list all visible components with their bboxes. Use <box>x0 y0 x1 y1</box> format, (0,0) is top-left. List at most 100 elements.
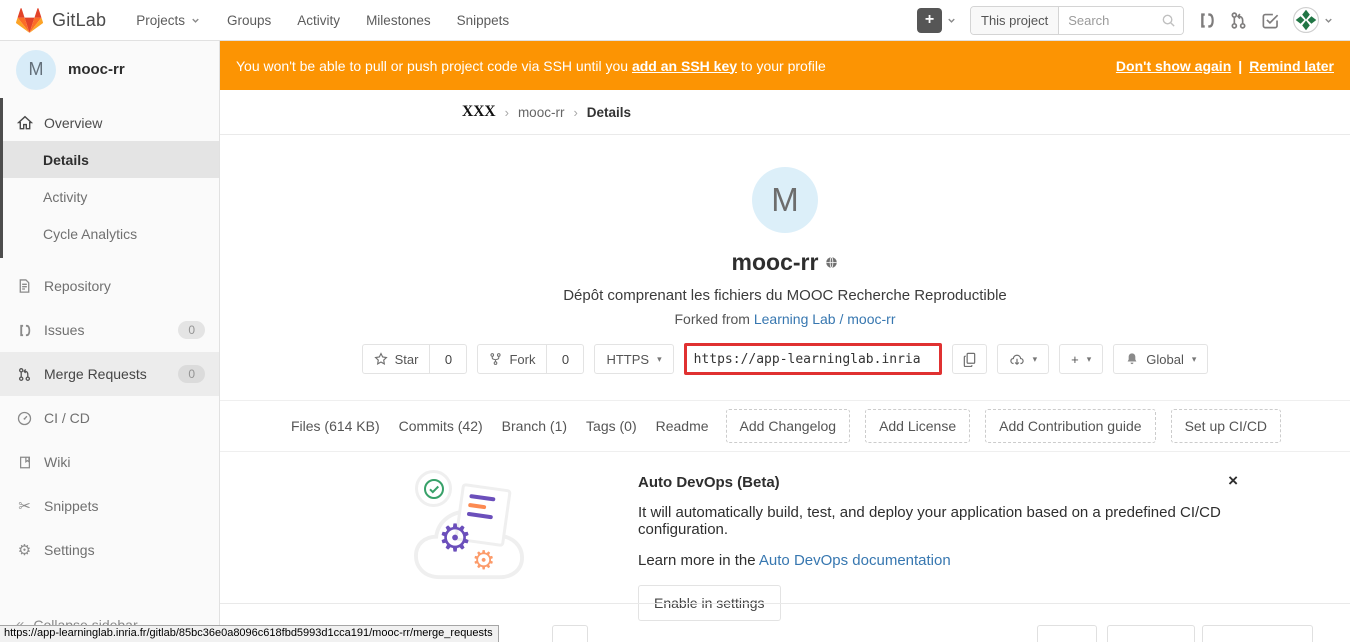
fork-icon <box>489 352 502 366</box>
auto-devops-description: It will automatically build, test, and d… <box>638 504 1240 538</box>
tags-link[interactable]: Tags (0) <box>584 418 639 434</box>
partial-button[interactable] <box>1202 625 1313 642</box>
caret-down-icon: ▾ <box>1087 355 1092 364</box>
project-avatar: M <box>752 167 818 233</box>
add-dropdown[interactable]: + ▾ <box>1059 344 1103 374</box>
dont-show-again-link[interactable]: Don't show again <box>1116 58 1231 74</box>
notification-dropdown[interactable]: Global ▾ <box>1113 344 1208 374</box>
nav-groups[interactable]: Groups <box>227 13 271 28</box>
sidebar-section-overview: Overview Details Activity Cycle Analytic… <box>0 98 219 258</box>
gitlab-logo[interactable]: GitLab <box>16 8 106 33</box>
caret-down-icon: ▾ <box>1033 355 1038 364</box>
globe-icon <box>825 256 838 269</box>
auto-devops-title: Auto DevOps (Beta) <box>638 474 1240 491</box>
sidebar-item-snippets[interactable]: ✂ Snippets <box>0 484 219 528</box>
sidebar-main-nav: Repository Issues 0 Merge Requests 0 CI … <box>0 264 219 572</box>
banner-separator: | <box>1238 58 1242 74</box>
merge-requests-icon[interactable] <box>1229 11 1248 30</box>
sidebar-item-cycle-analytics[interactable]: Cycle Analytics <box>0 215 219 252</box>
fork-count[interactable]: 0 <box>546 344 584 374</box>
sidebar-item-details[interactable]: Details <box>0 141 219 178</box>
project-stats-bar: Files (614 KB) Commits (42) Branch (1) T… <box>220 400 1350 452</box>
star-button[interactable]: Star <box>362 344 431 374</box>
breadcrumb-user[interactable]: XXX <box>462 103 496 121</box>
partial-button[interactable] <box>1107 625 1195 642</box>
sidebar-item-overview[interactable]: Overview <box>0 104 219 141</box>
auto-devops-doc-link[interactable]: Auto DevOps documentation <box>759 552 951 569</box>
fork-button[interactable]: Fork <box>477 344 547 374</box>
new-dropdown[interactable]: + <box>917 8 957 33</box>
bell-icon <box>1125 352 1139 366</box>
commits-link[interactable]: Commits (42) <box>397 418 485 434</box>
book-icon <box>16 455 33 470</box>
document-icon <box>16 278 33 294</box>
partial-button[interactable] <box>1037 625 1097 642</box>
todos-icon[interactable] <box>1261 11 1280 30</box>
nav-projects[interactable]: Projects <box>136 13 201 28</box>
sidebar-project-header[interactable]: M mooc-rr <box>0 41 219 98</box>
gear-icon: ⚙ <box>16 543 33 558</box>
protocol-dropdown[interactable]: HTTPS ▾ <box>594 344 673 374</box>
nav-activity[interactable]: Activity <box>297 13 340 28</box>
plus-icon: + <box>917 8 942 33</box>
add-license-button[interactable]: Add License <box>865 409 970 443</box>
breadcrumb-separator: › <box>573 105 577 120</box>
caret-down-icon: ▾ <box>657 355 662 364</box>
clone-url-input[interactable] <box>684 343 942 375</box>
status-url: https://app-learninglab.inria.fr/gitlab/… <box>4 627 493 639</box>
add-changelog-button[interactable]: Add Changelog <box>726 409 851 443</box>
scissors-icon: ✂ <box>16 499 33 514</box>
sidebar-item-settings[interactable]: ⚙ Settings <box>0 528 219 572</box>
plus-icon: + <box>1071 352 1079 367</box>
sidebar-item-repository[interactable]: Repository <box>0 264 219 308</box>
download-dropdown[interactable]: ▾ <box>997 344 1050 374</box>
section-divider <box>220 603 1350 604</box>
setup-ci-cd-button[interactable]: Set up CI/CD <box>1171 409 1281 443</box>
avatar <box>1293 7 1319 33</box>
branch-link[interactable]: Branch (1) <box>500 418 569 434</box>
sidebar-item-wiki[interactable]: Wiki <box>0 440 219 484</box>
remind-later-link[interactable]: Remind later <box>1249 58 1334 74</box>
readme-link[interactable]: Readme <box>654 418 711 434</box>
sidebar-project-name: mooc-rr <box>68 61 125 78</box>
sidebar-item-ci-cd[interactable]: CI / CD <box>0 396 219 440</box>
partial-button[interactable] <box>552 625 588 642</box>
nav-snippets[interactable]: Snippets <box>457 13 510 28</box>
close-icon[interactable]: × <box>1228 472 1238 489</box>
project-sidebar: M mooc-rr Overview Details Activity Cycl… <box>0 41 220 642</box>
breadcrumb-project[interactable]: mooc-rr <box>518 105 565 120</box>
search-icon <box>1161 13 1176 28</box>
clipboard-icon <box>962 352 977 367</box>
sidebar-item-issues[interactable]: Issues 0 <box>0 308 219 352</box>
add-contribution-guide-button[interactable]: Add Contribution guide <box>985 409 1155 443</box>
project-action-row: Star 0 Fork 0 HTTPS ▾ <box>220 343 1350 375</box>
copy-url-button[interactable] <box>952 344 987 374</box>
project-description: Dépôt comprenant les fichiers du MOOC Re… <box>220 287 1350 304</box>
issues-icon[interactable] <box>1197 11 1216 30</box>
browser-status-bar: https://app-learninglab.inria.fr/gitlab/… <box>0 625 499 642</box>
gauge-icon <box>16 411 33 426</box>
chevron-down-icon <box>190 15 201 26</box>
files-link[interactable]: Files (614 KB) <box>289 418 382 434</box>
add-ssh-key-link[interactable]: add an SSH key <box>632 58 737 74</box>
nav-milestones[interactable]: Milestones <box>366 13 431 28</box>
star-icon <box>374 352 388 366</box>
auto-devops-illustration: ⚙ ⚙ <box>410 464 535 584</box>
user-menu[interactable] <box>1293 7 1334 33</box>
forked-from-link[interactable]: Learning Lab / mooc-rr <box>754 311 896 327</box>
main-content: You won't be able to pull or push projec… <box>220 41 1350 642</box>
caret-down-icon: ▾ <box>1192 355 1197 364</box>
chevron-down-icon <box>946 15 957 26</box>
home-icon <box>16 115 33 131</box>
sidebar-item-activity[interactable]: Activity <box>0 178 219 215</box>
search-scope-label: This project <box>971 7 1059 34</box>
forked-from: Forked from Learning Lab / mooc-rr <box>220 311 1350 327</box>
check-circle-icon <box>415 470 452 507</box>
ssh-warning-banner: You won't be able to pull or push projec… <box>220 41 1350 90</box>
gear-icon: ⚙ <box>472 548 495 574</box>
top-nav: Projects Groups Activity Milestones Snip… <box>136 13 509 28</box>
sidebar-item-merge-requests[interactable]: Merge Requests 0 <box>0 352 219 396</box>
issues-count-badge: 0 <box>178 321 205 339</box>
project-header: M mooc-rr Dépôt comprenant les fichiers … <box>220 135 1350 375</box>
star-count[interactable]: 0 <box>429 344 467 374</box>
